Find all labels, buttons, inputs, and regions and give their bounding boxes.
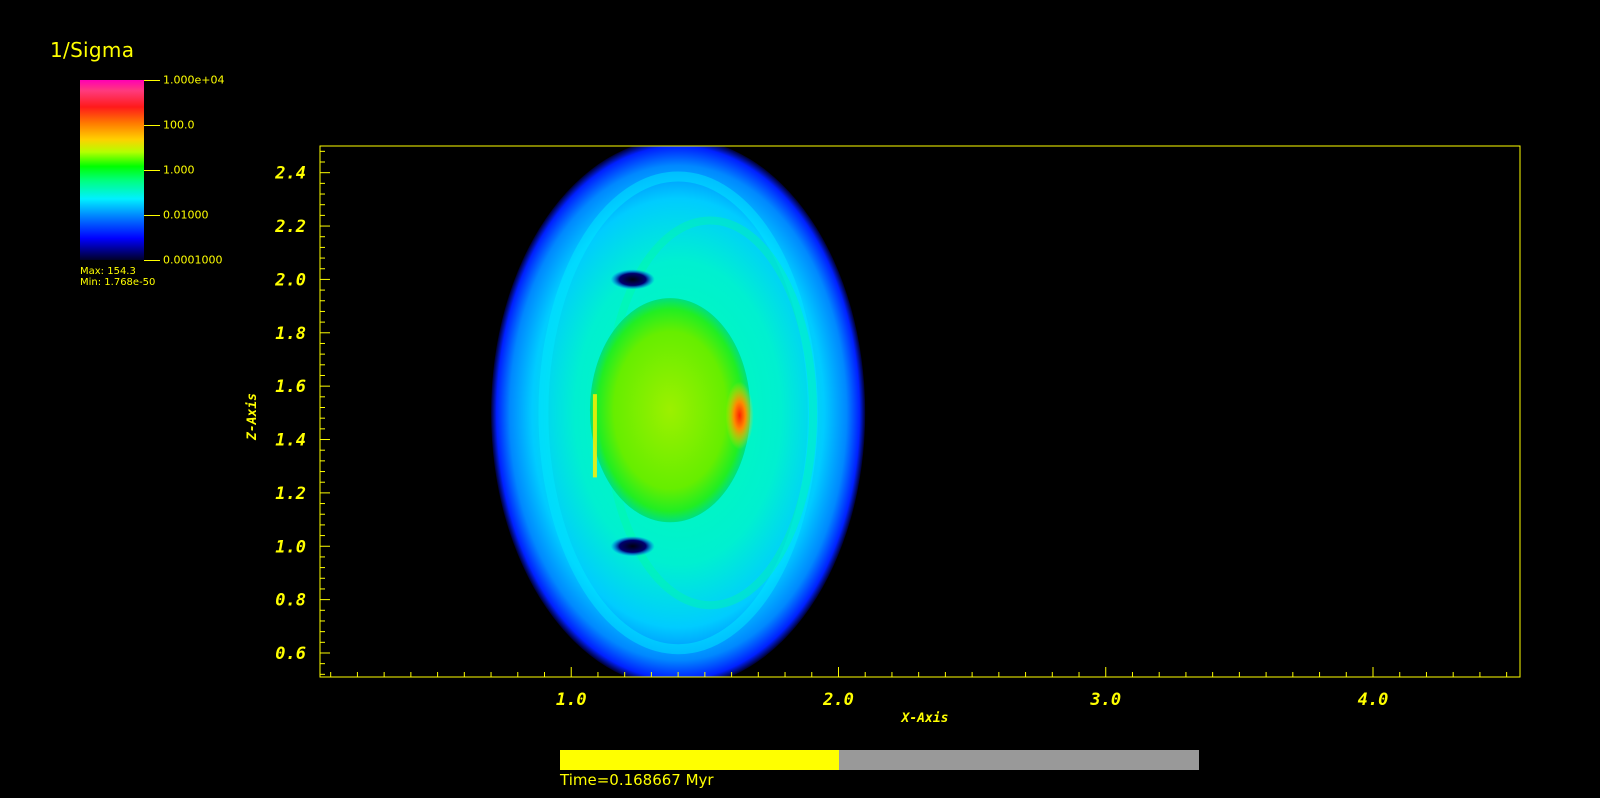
y-tick-label: 1.0 [275,537,306,557]
y-tick-label: 1.6 [275,377,306,397]
x-tick-label: 3.0 [1089,690,1121,710]
dark-knot [610,536,655,557]
y-tick-label: 2.4 [274,164,306,184]
dark-knot [610,269,655,290]
y-axis: 0.6 0.8 1.0 1.2 1.4 1.6 1.8 2.0 2.2 2.4 [274,150,330,675]
x-tick-label: 1.0 [556,690,587,710]
field-image [491,146,866,677]
y-tick-label: 2.2 [274,217,306,237]
y-tick-label: 1.8 [275,324,306,344]
time-slider-fill [560,750,840,770]
x-axis-title: X-Axis [901,711,949,726]
plot-area: 1.0 2.0 3.0 4.0 0.6 0.8 1.0 1.2 1.4 1.6 1.8 2.0 2.2… [245,145,1521,726]
y-tick-label: 1.4 [275,431,306,451]
x-tick-label: 2.0 [822,690,854,710]
visit-plot-window: 1/Sigma 1.000e+04 100.0 1.000 0.01000 0.… [0,0,1600,798]
time-slider-track [560,750,1199,770]
x-tick-label: 4.0 [1358,690,1389,710]
core-edge-highlight [592,394,597,478]
y-tick-label: 1.2 [275,484,306,504]
y-tick-label: 2.0 [274,270,306,290]
y-tick-label: 0.8 [275,591,306,611]
x-axis: 1.0 2.0 3.0 4.0 [330,667,1508,710]
y-axis-title: Z-Axis [245,393,260,441]
hotspot [725,381,754,450]
time-label: Time=0.168667 Myr [560,771,714,789]
y-tick-label: 0.6 [275,644,306,664]
